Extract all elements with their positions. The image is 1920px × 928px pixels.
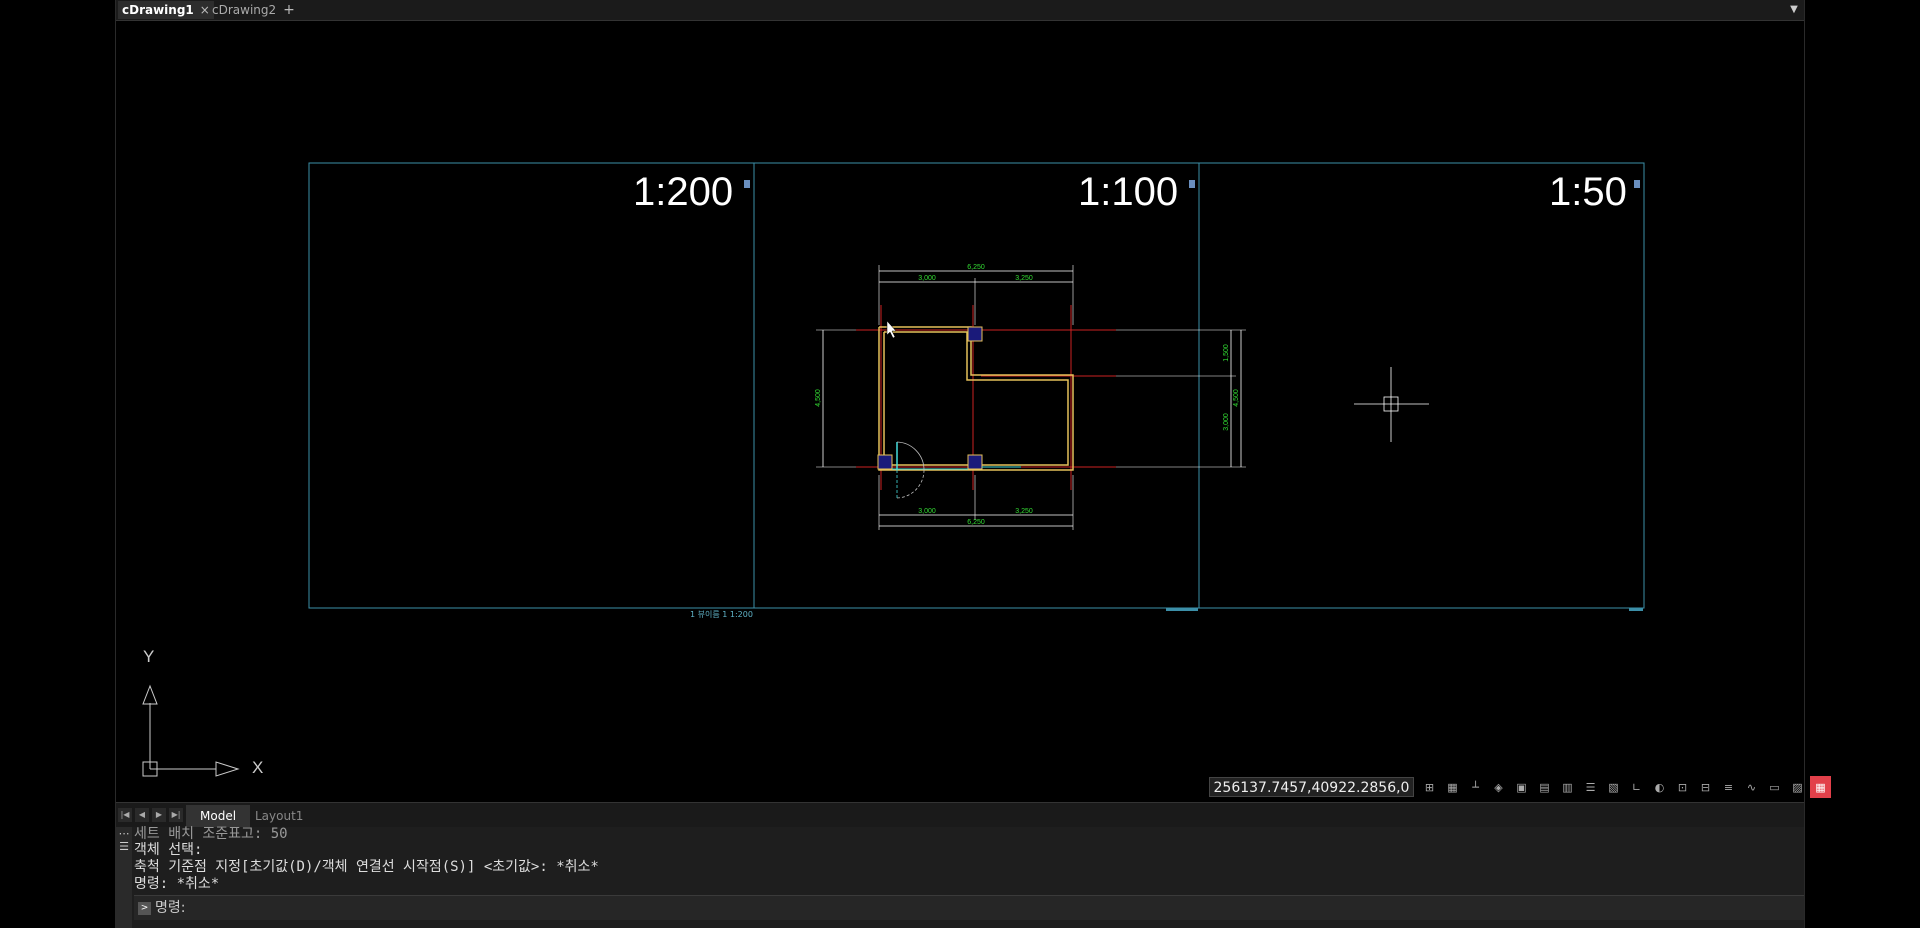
command-panel: ⋯ ☰ 세트 배치 조준표고: 50 객체 선택: 축척 기준점 지정[초기값(D… (116, 826, 1804, 928)
select-icon[interactable]: ⊡ (1672, 776, 1693, 798)
tab-cdrawing1[interactable]: cDrawing1 × (118, 1, 214, 19)
svg-text:3,000: 3,000 (1223, 413, 1230, 431)
chevron-down-icon[interactable]: ▼ (1786, 0, 1802, 20)
crosshair-cursor-icon (1354, 367, 1429, 442)
ucs-y-label: Y (143, 647, 155, 666)
svg-text:3,000: 3,000 (918, 508, 936, 515)
image-icon[interactable]: ▨ (1787, 776, 1808, 798)
viewport-grip[interactable] (1189, 180, 1195, 188)
command-input[interactable]: > 명령: (134, 895, 1804, 920)
add-tab-icon[interactable]: + (281, 0, 297, 20)
viewport-1-frame[interactable] (308, 162, 755, 609)
document-tab-bar: cDrawing1 × cDrawing2 + ▼ (116, 0, 1804, 21)
command-panel-handle[interactable]: ⋯ ☰ (116, 827, 132, 928)
status-toolbar: ⊞ ▦ ┴ ◈ ▣ ▤ ▥ ☰ ▧ ∟ ◐ ⊡ ⊟ ≡ ∿ ▭ ▨ ▦ (1419, 776, 1831, 798)
lineweight-icon[interactable]: ☰ (1580, 776, 1601, 798)
svg-text:6,250: 6,250 (967, 519, 985, 526)
next-tab-icon[interactable]: ▶ (152, 808, 166, 822)
viewport-2-scale-label: 1:100 (1078, 170, 1179, 214)
viewport-caption-mark (1166, 608, 1198, 611)
grid-icon[interactable]: ▦ (1442, 776, 1463, 798)
ortho-icon[interactable]: ┴ (1465, 776, 1486, 798)
ucs-toggle-icon[interactable]: ∟ (1626, 776, 1647, 798)
viewport-2-frame[interactable] (753, 162, 1200, 609)
layout-tab-bar: |◀ ◀ ▶ ▶| Model Layout1 (116, 802, 1804, 827)
command-history-line: 명령: *취소* (134, 876, 220, 892)
curve-icon[interactable]: ∿ (1741, 776, 1762, 798)
viewport-1-caption: 1 뷰이름 1 1:200 (690, 610, 753, 619)
mouse-pointer-icon (886, 320, 897, 339)
svg-text:3,250: 3,250 (1015, 275, 1033, 282)
ucs-x-label: X (252, 758, 264, 777)
transparency-icon[interactable]: ▧ (1603, 776, 1624, 798)
svg-text:4,500: 4,500 (1233, 389, 1240, 407)
viewport-1-scale-label: 1:200 (633, 170, 734, 214)
tab-label: cDrawing1 (122, 3, 194, 17)
coordinate-readout: 256137.7457,40922.2856,0 (1209, 777, 1414, 797)
command-prompt-label: 명령: (155, 900, 186, 916)
drawing-canvas[interactable]: 6,250 3,000 3,250 3,000 3,250 6,250 4,50… (116, 20, 1831, 802)
svg-text:1,500: 1,500 (1223, 344, 1230, 362)
polar-icon[interactable]: ◈ (1488, 776, 1509, 798)
viewport-3-frame[interactable] (1198, 162, 1645, 609)
tab-label: cDrawing2 (212, 3, 277, 17)
layers-icon[interactable]: ≡ (1718, 776, 1739, 798)
drawing-svg: 6,250 3,000 3,250 3,000 3,250 6,250 4,50… (142, 162, 1645, 777)
svg-text:6,250: 6,250 (967, 264, 985, 271)
svg-text:4,500: 4,500 (815, 389, 822, 407)
viewport-grip[interactable] (744, 180, 750, 188)
osnap-icon[interactable]: ▣ (1511, 776, 1532, 798)
terminal-icon: > (138, 901, 151, 915)
cad-application: cDrawing1 × cDrawing2 + ▼ 6,250 3,000 3,… (115, 0, 1831, 928)
viewport-3-scale-label: 1:50 (1549, 170, 1627, 214)
workspace-grid-icon[interactable]: ▦ (1810, 776, 1831, 798)
svg-text:3,000: 3,000 (918, 275, 936, 282)
tab-cdrawing2[interactable]: cDrawing2 (208, 1, 280, 19)
annotation-icon[interactable]: ⊟ (1695, 776, 1716, 798)
circle-icon[interactable]: ◐ (1649, 776, 1670, 798)
window-icon[interactable]: ▭ (1764, 776, 1785, 798)
prev-tab-icon[interactable]: ◀ (135, 808, 149, 822)
svg-text:3,250: 3,250 (1015, 508, 1033, 515)
snap-icon[interactable]: ⊞ (1419, 776, 1440, 798)
viewport-grip[interactable] (1634, 180, 1640, 188)
first-tab-icon[interactable]: |◀ (118, 808, 132, 822)
ucs-icon (142, 684, 240, 777)
dyn-icon[interactable]: ▥ (1557, 776, 1578, 798)
last-tab-icon[interactable]: ▶| (169, 808, 183, 822)
viewport-caption-mark (1629, 608, 1643, 611)
floor-plan: 6,250 3,000 3,250 3,000 3,250 6,250 4,50… (815, 264, 1246, 530)
otrack-icon[interactable]: ▤ (1534, 776, 1555, 798)
